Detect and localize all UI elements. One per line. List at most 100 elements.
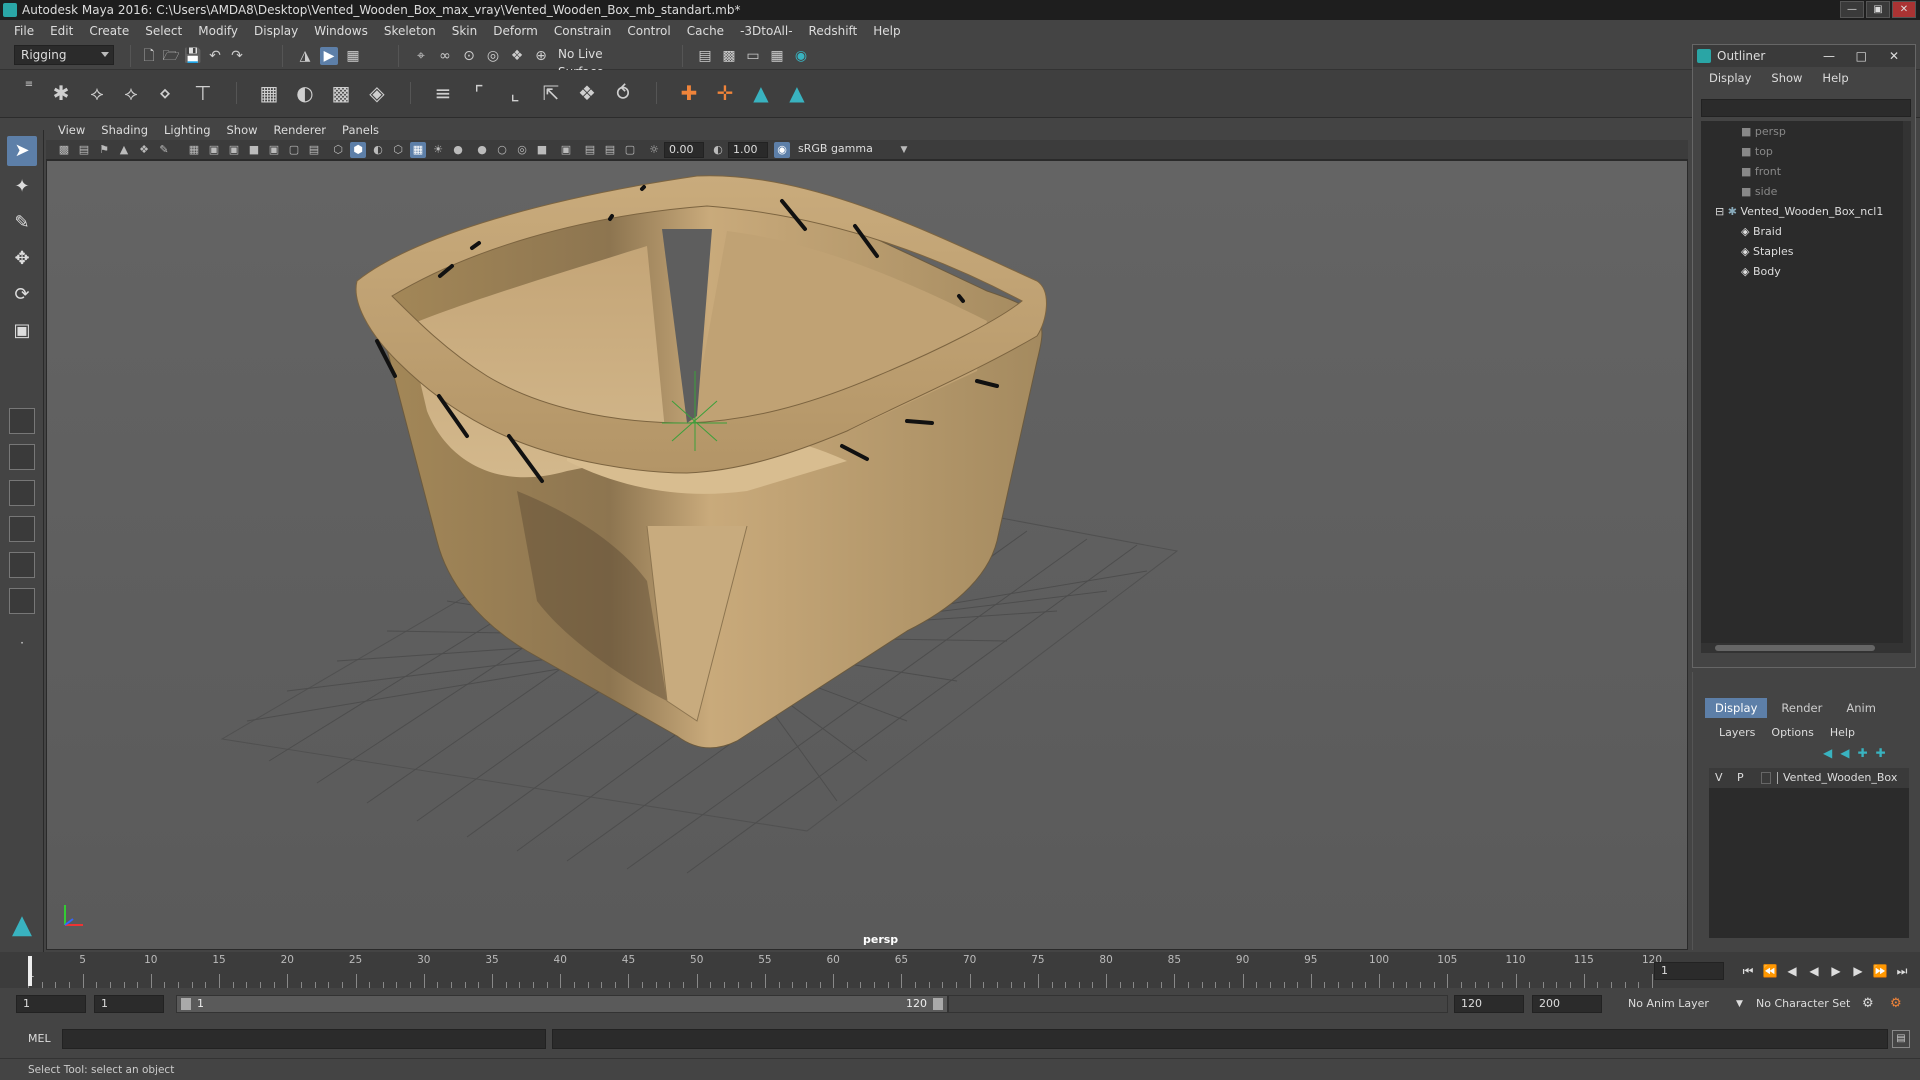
xray-icon[interactable]: ▤ — [582, 142, 598, 158]
gate-mask-icon[interactable]: ■ — [246, 142, 262, 158]
go-to-start-icon[interactable]: ⏮ — [1738, 962, 1758, 980]
outliner-item-top[interactable]: ■ top — [1741, 143, 1773, 161]
menu-3dtoall[interactable]: -3DtoAll- — [732, 20, 800, 42]
menu-control[interactable]: Control — [619, 20, 678, 42]
grid-toggle-icon[interactable]: ▦ — [186, 142, 202, 158]
menuset-dropdown[interactable]: Rigging — [14, 45, 114, 65]
gamma-icon[interactable]: ◐ — [710, 142, 726, 158]
outliner-item-body[interactable]: ◈ Body — [1741, 263, 1781, 281]
current-time-marker[interactable] — [28, 956, 32, 986]
layer-visibility-toggle[interactable]: V — [1715, 768, 1723, 788]
layer-menu-options[interactable]: Options — [1763, 726, 1821, 739]
exposure-icon[interactable]: ☼ — [646, 142, 662, 158]
maya-logo-shelf-icon[interactable]: ▲ — [748, 80, 774, 106]
viewport-menu-panels[interactable]: Panels — [334, 123, 387, 137]
step-back-key-icon[interactable]: ⏪ — [1760, 962, 1780, 980]
menu-constrain[interactable]: Constrain — [546, 20, 620, 42]
new-layer-selected-icon[interactable]: ✚ — [1876, 746, 1886, 760]
toolbox-options-icon[interactable]: · — [7, 628, 37, 658]
outliner-minimize-icon[interactable]: — — [1823, 45, 1835, 67]
paint-weights-icon[interactable]: ▩ — [328, 80, 354, 106]
menu-select[interactable]: Select — [137, 20, 190, 42]
range-end-handle[interactable] — [933, 998, 943, 1010]
snap-surface-icon[interactable]: ❖ — [508, 47, 526, 65]
hypershade-icon[interactable]: ◉ — [792, 47, 810, 65]
step-back-frame-icon[interactable]: ◀ — [1782, 962, 1802, 980]
depth-of-field-icon[interactable]: ■ — [534, 142, 550, 158]
motion-blur-icon[interactable]: ○ — [494, 142, 510, 158]
resolution-gate-icon[interactable]: ▣ — [226, 142, 242, 158]
persp-outliner-layout-icon[interactable] — [9, 516, 35, 542]
minimize-button[interactable]: — — [1840, 1, 1864, 18]
menu-display[interactable]: Display — [246, 20, 306, 42]
interactive-bind-icon[interactable]: ◐ — [292, 80, 318, 106]
textured-icon[interactable]: ▦ — [410, 142, 426, 158]
isolate-select-icon[interactable]: ▣ — [558, 142, 574, 158]
lasso-tool-icon[interactable]: ✦ — [7, 172, 37, 202]
range-start-handle[interactable] — [181, 998, 191, 1010]
wire-icon[interactable]: ⌞ — [502, 80, 528, 106]
layer-menu-layers[interactable]: Layers — [1711, 726, 1763, 739]
animation-end-field[interactable]: 200 — [1532, 995, 1602, 1013]
orient-joint-icon[interactable]: ⊤ — [190, 80, 216, 106]
command-language-label[interactable]: MEL — [28, 1032, 51, 1045]
safe-title-icon[interactable]: ▤ — [306, 142, 322, 158]
snap-grid-icon[interactable]: ⌖ — [412, 47, 430, 65]
wrap-icon[interactable]: ⇱ — [538, 80, 564, 106]
render-view-icon[interactable]: ▦ — [768, 47, 786, 65]
menu-redshift[interactable]: Redshift — [801, 20, 866, 42]
perspective-viewport[interactable]: persp — [46, 160, 1688, 950]
new-scene-icon[interactable]: 🗋 — [140, 47, 158, 65]
menu-help[interactable]: Help — [865, 20, 908, 42]
outliner-horizontal-scrollbar[interactable] — [1701, 643, 1911, 653]
locator-icon[interactable]: ✚ — [676, 80, 702, 106]
view-transform-arrow-icon[interactable]: ▼ — [896, 142, 912, 158]
camera-attr-icon[interactable]: ▤ — [76, 142, 92, 158]
shelf-options-icon[interactable]: ≡ — [20, 76, 38, 94]
time-slider[interactable]: 1510152025303540455055606570758085909510… — [0, 952, 1920, 988]
menu-skeleton[interactable]: Skeleton — [376, 20, 444, 42]
command-input[interactable] — [62, 1029, 546, 1049]
xray-joints-icon[interactable]: ▤ — [602, 142, 618, 158]
menu-modify[interactable]: Modify — [190, 20, 246, 42]
outliner-search-input[interactable] — [1701, 99, 1911, 117]
use-all-lights-icon[interactable]: ☀ — [430, 142, 446, 158]
open-scene-icon[interactable]: 🗁 — [162, 47, 180, 65]
snap-curve-icon[interactable]: ∞ — [436, 47, 454, 65]
side-by-side-layout-icon[interactable] — [9, 480, 35, 506]
select-hierarchy-icon[interactable]: ◮ — [296, 47, 314, 65]
ik-handle-icon[interactable]: ⟡ — [84, 80, 110, 106]
character-set-dropdown[interactable]: No Character Set — [1756, 995, 1866, 1013]
tab-render[interactable]: Render — [1771, 698, 1832, 718]
new-layer-icon[interactable]: ✚ — [1857, 746, 1867, 760]
layer-color-swatch[interactable] — [1761, 772, 1771, 784]
live-surface-field[interactable]: No Live Surface — [552, 45, 652, 79]
sculpt-icon[interactable]: ⥀ — [610, 80, 636, 106]
move-layer-down-icon[interactable]: ◀ — [1840, 746, 1849, 760]
render-settings-icon[interactable]: ▤ — [696, 47, 714, 65]
wireframe-on-shaded-icon[interactable]: ⬡ — [390, 142, 406, 158]
layer-playback-toggle[interactable]: P — [1737, 768, 1744, 788]
gamma-field[interactable]: 1.00 — [728, 142, 768, 158]
select-tool-icon[interactable]: ➤ — [7, 136, 37, 166]
screen-space-ao-icon[interactable]: ● — [474, 142, 490, 158]
anim-layer-arrow-icon[interactable]: ▼ — [1736, 995, 1743, 1013]
snap-view-icon[interactable]: ◎ — [484, 47, 502, 65]
outliner-menu-show[interactable]: Show — [1761, 71, 1812, 85]
cluster-icon[interactable]: ≡ — [430, 80, 456, 106]
viewport-menu-shading[interactable]: Shading — [93, 123, 156, 137]
script-editor-icon[interactable]: ▤ — [1892, 1030, 1910, 1048]
smooth-shade-icon[interactable]: ⬢ — [350, 142, 366, 158]
layer-menu-help[interactable]: Help — [1822, 726, 1863, 739]
outliner-item-braid[interactable]: ◈ Braid — [1741, 223, 1782, 241]
move-tool-icon[interactable]: ✥ — [7, 244, 37, 274]
redo-icon[interactable]: ↷ — [228, 47, 246, 65]
animation-start-field[interactable]: 1 — [16, 995, 86, 1013]
outliner-item-group[interactable]: ⊟ ✱ Vented_Wooden_Box_ncl1 — [1715, 203, 1883, 221]
layer-row[interactable]: V P Vented_Wooden_Box — [1709, 768, 1909, 788]
outliner-maximize-icon[interactable]: □ — [1856, 45, 1867, 67]
field-chart-icon[interactable]: ▣ — [266, 142, 282, 158]
menu-windows[interactable]: Windows — [306, 20, 376, 42]
exposure-field[interactable]: 0.00 — [664, 142, 704, 158]
render-frame-icon[interactable]: ▩ — [720, 47, 738, 65]
